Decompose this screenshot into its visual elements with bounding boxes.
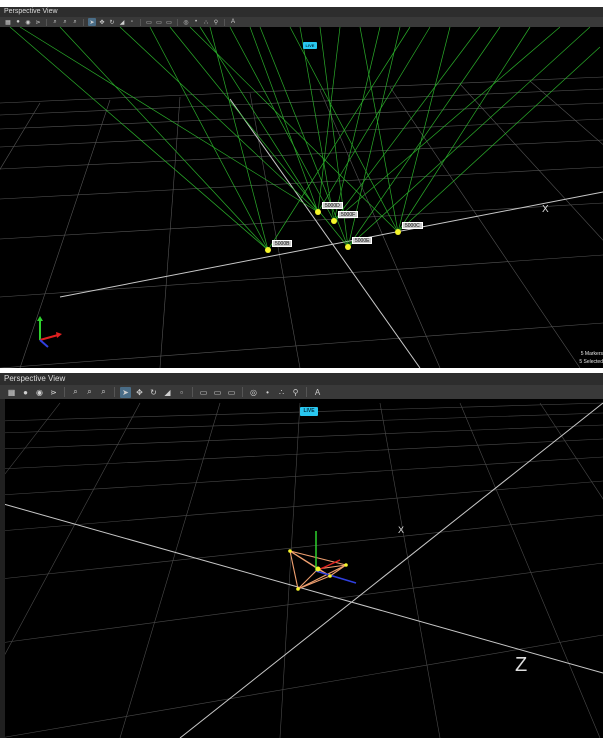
view-side-icon[interactable]: ▭ — [165, 18, 173, 26]
viewport-bottom-scene[interactable]: X Z — [0, 373, 603, 738]
view-side-icon[interactable]: ▭ — [226, 387, 237, 398]
marker-5000B[interactable] — [265, 247, 271, 253]
marker-5000D[interactable] — [315, 209, 321, 215]
zoom-icon[interactable]: ⌕ — [51, 18, 59, 26]
rotate-icon[interactable]: ↻ — [148, 387, 159, 398]
grid-axes — [0, 402, 603, 738]
viewport-top[interactable]: X 5000B 5000D 5000F 5000E 5000C Perspect… — [0, 0, 603, 368]
marker-5000E[interactable] — [345, 244, 351, 250]
node-icon[interactable]: ⋗ — [48, 387, 59, 398]
rigid-icon[interactable]: ∴ — [276, 387, 287, 398]
live-badge: LIVE — [300, 407, 318, 416]
camera-icon[interactable]: ● — [14, 18, 22, 26]
toolbar-divider — [64, 387, 65, 397]
marker-label: 5000E — [352, 237, 373, 244]
text-icon[interactable]: A — [229, 18, 237, 26]
zoom-icon[interactable]: ⌕ — [70, 387, 81, 398]
rigid-marker[interactable] — [315, 566, 321, 572]
marker-label: 5000D — [322, 202, 343, 209]
viewport-top-scene[interactable]: X — [0, 7, 603, 368]
rigid-marker[interactable] — [328, 574, 332, 578]
screenshot-icon[interactable]: ◉ — [34, 387, 45, 398]
marker-5000F[interactable] — [331, 218, 337, 224]
grid-floor — [0, 402, 603, 738]
status-markers: 5 Markers — [580, 351, 603, 357]
viewport-toolbar: ▦ ● ◉ ⋗ ⌕ ⌕ ⌕ ➤ ✥ ↻ ◢ ▫ ▭ ▭ ▭ ◎ • ∴ ⚲ A — [0, 385, 603, 399]
zoom-fit-icon[interactable]: ⌕ — [71, 18, 79, 26]
grid-icon[interactable]: ▦ — [4, 18, 12, 26]
toolbar-divider — [83, 18, 84, 26]
select-icon[interactable]: ➤ — [120, 386, 131, 398]
view-top-icon[interactable]: ▭ — [212, 387, 223, 398]
camera-icon[interactable]: ● — [20, 387, 31, 398]
toolbar-divider — [46, 18, 47, 26]
move-icon[interactable]: ✥ — [134, 387, 145, 398]
live-badge: LIVE — [303, 42, 317, 49]
viewport-title: Perspective View — [0, 373, 603, 385]
camera-rays — [9, 26, 601, 251]
rotate-icon[interactable]: ↻ — [108, 18, 116, 26]
skeleton-icon[interactable]: ⚲ — [290, 387, 301, 398]
toolbar-divider — [242, 387, 243, 397]
rigid-marker[interactable] — [344, 563, 348, 567]
marker-label: 5000B — [272, 240, 293, 247]
toolbar-divider — [192, 387, 193, 397]
marker-5000C[interactable] — [395, 229, 401, 235]
move-icon[interactable]: ✥ — [98, 18, 106, 26]
grid-axis-label: X — [542, 204, 549, 215]
grid-axes — [59, 98, 603, 368]
grid-axis-label-far: X — [398, 525, 404, 535]
local-icon[interactable]: ▫ — [128, 18, 136, 26]
viewport-toolbar: ▦ ● ◉ ⋗ ⌕ ⌕ ⌕ ➤ ✥ ↻ ◢ ▫ ▭ ▭ ▭ ◎ • ∴ ⚲ A — [0, 17, 603, 27]
toolbar-divider — [224, 18, 225, 26]
marker-label: 5000C — [402, 222, 423, 229]
markers-icon[interactable]: • — [262, 387, 273, 398]
node-icon[interactable]: ⋗ — [34, 18, 42, 26]
visibility-icon[interactable]: ◎ — [248, 387, 259, 398]
axis-gizmo — [37, 316, 62, 348]
rigid-marker[interactable] — [288, 549, 292, 553]
screenshot-icon[interactable]: ◉ — [24, 18, 32, 26]
toolbar-divider — [177, 18, 178, 26]
markers-icon[interactable]: • — [192, 18, 200, 26]
skeleton-icon[interactable]: ⚲ — [212, 18, 220, 26]
marker-label: 5000F — [338, 211, 359, 218]
scale-icon[interactable]: ◢ — [118, 18, 126, 26]
view-front-icon[interactable]: ▭ — [145, 18, 153, 26]
grid-axis-label-near: Z — [515, 654, 527, 676]
visibility-icon[interactable]: ◎ — [182, 18, 190, 26]
local-icon[interactable]: ▫ — [176, 387, 187, 398]
scale-icon[interactable]: ◢ — [162, 387, 173, 398]
rigid-marker[interactable] — [296, 587, 300, 591]
view-top-icon[interactable]: ▭ — [155, 18, 163, 26]
rigid-body[interactable] — [288, 531, 357, 591]
rigid-icon[interactable]: ∴ — [202, 18, 210, 26]
select-icon[interactable]: ➤ — [88, 18, 96, 26]
toolbar-divider — [114, 387, 115, 397]
grid-icon[interactable]: ▦ — [6, 387, 17, 398]
viewport-bottom[interactable]: X Z Perspective View ▦ ● ◉ ⋗ ⌕ ⌕ ⌕ ➤ ✥ ↻… — [0, 373, 603, 738]
left-edge-panel — [0, 373, 5, 738]
zoom-in-icon[interactable]: ⌕ — [84, 387, 95, 398]
status-selected: 5 Selected — [579, 359, 603, 365]
toolbar-divider — [140, 18, 141, 26]
text-icon[interactable]: A — [312, 387, 323, 398]
viewport-title: Perspective View — [0, 7, 603, 17]
toolbar-divider — [306, 387, 307, 397]
grid-floor — [0, 76, 603, 368]
zoom-fit-icon[interactable]: ⌕ — [98, 387, 109, 398]
view-front-icon[interactable]: ▭ — [198, 387, 209, 398]
zoom-in-icon[interactable]: ⌕ — [61, 18, 69, 26]
